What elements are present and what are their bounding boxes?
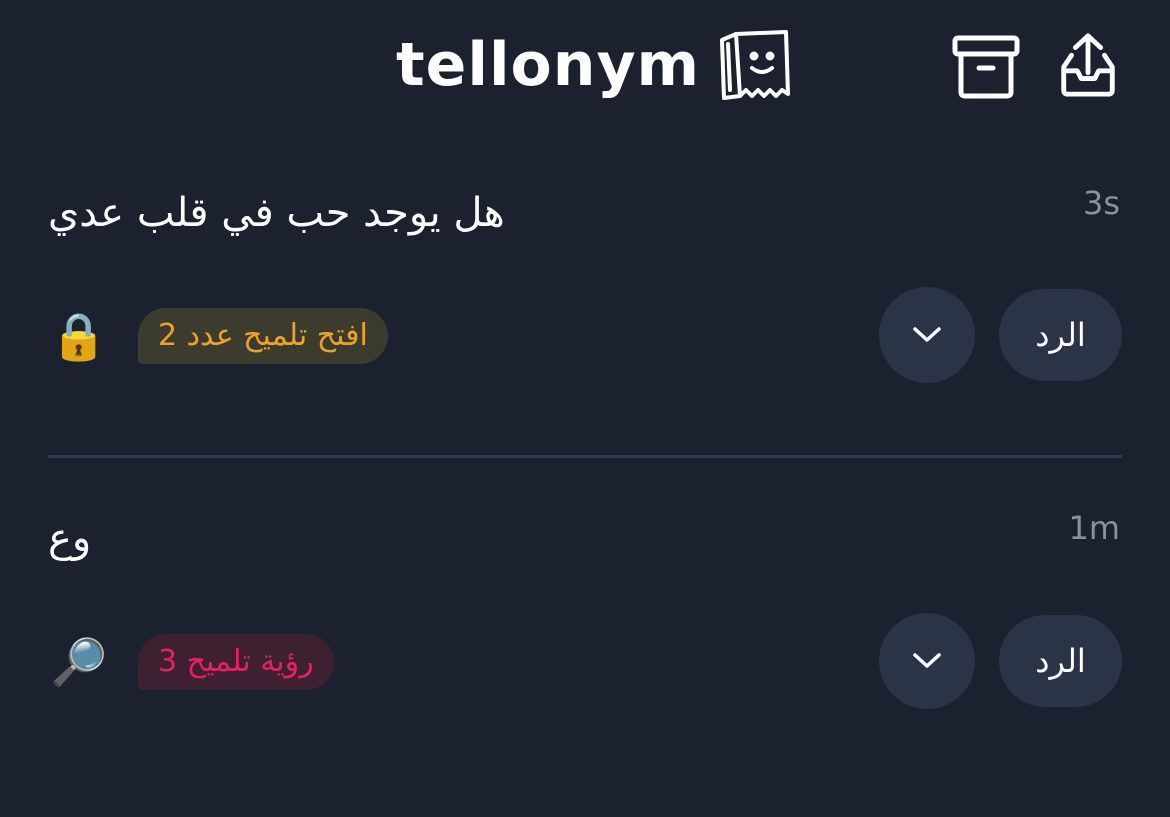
tellonym-face-icon <box>720 30 791 100</box>
more-options-button[interactable] <box>879 287 975 383</box>
app-logo: tellonym <box>396 28 792 102</box>
chevron-down-icon <box>913 327 941 342</box>
tell-question: هل يوجد حب في قلب عدي <box>48 190 505 236</box>
archive-icon <box>952 35 1020 99</box>
hint-label: رؤية تلميح 3 <box>138 634 334 690</box>
unlock-hint-button[interactable]: 🔒 افتح تلميح عدد 2 <box>50 307 388 365</box>
divider <box>48 455 1122 458</box>
share-icon <box>1061 33 1115 97</box>
tell-question: وع <box>48 515 92 561</box>
chevron-down-icon <box>913 653 941 668</box>
reply-button[interactable]: الرد <box>999 289 1122 381</box>
reply-button[interactable]: الرد <box>999 615 1122 707</box>
view-hint-button[interactable]: 🔎 رؤية تلميح 3 <box>50 633 334 691</box>
tell-timestamp: 1m <box>1068 509 1120 547</box>
share-button[interactable] <box>1053 32 1123 98</box>
tellonym-inbox: tellonym هل يوجد حب في قلب عدي 3s 🔒 افتح… <box>0 0 1170 817</box>
logo-wordmark: tellonym <box>396 30 701 100</box>
hint-label: افتح تلميح عدد 2 <box>138 308 388 364</box>
more-options-button[interactable] <box>879 613 975 709</box>
lock-icon: 🔒 <box>50 309 108 363</box>
tell-timestamp: 3s <box>1082 184 1120 222</box>
magnifier-icon: 🔎 <box>50 635 108 689</box>
archive-button[interactable] <box>951 34 1021 100</box>
